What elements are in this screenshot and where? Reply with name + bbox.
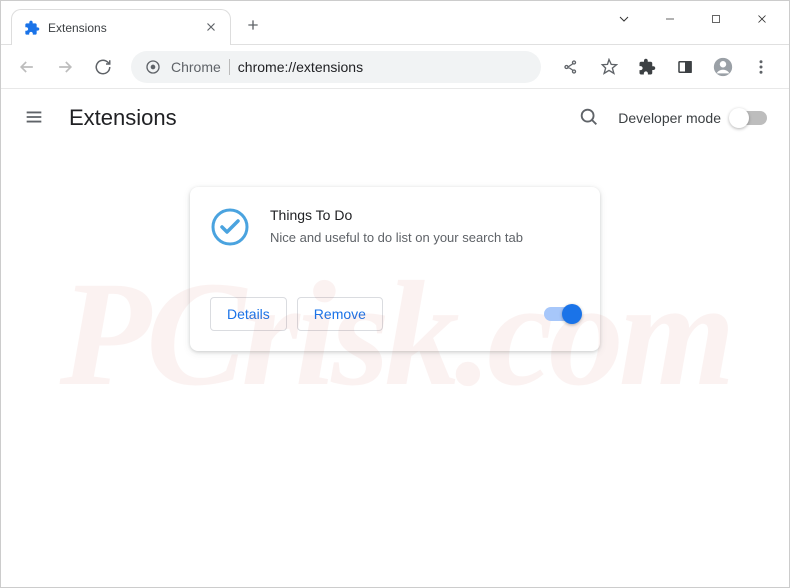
share-icon[interactable] — [555, 51, 587, 83]
url-origin: Chrome — [171, 59, 221, 75]
sidepanel-icon[interactable] — [669, 51, 701, 83]
browser-toolbar: Chrome chrome://extensions — [1, 45, 789, 89]
extension-icon — [24, 20, 40, 36]
url-separator — [229, 59, 230, 75]
tab-title: Extensions — [48, 21, 196, 35]
close-tab-icon[interactable] — [204, 20, 220, 36]
close-window-button[interactable] — [739, 1, 785, 37]
extensions-header: Extensions Developer mode — [1, 89, 789, 147]
extensions-list: Things To Do Nice and useful to do list … — [1, 147, 789, 351]
address-text: Chrome chrome://extensions — [171, 59, 363, 75]
checkmark-icon — [210, 207, 250, 247]
chevron-down-icon[interactable] — [601, 1, 647, 37]
extension-name: Things To Do — [270, 207, 580, 223]
reload-button[interactable] — [87, 51, 119, 83]
new-tab-button[interactable] — [239, 11, 267, 39]
maximize-button[interactable] — [693, 1, 739, 37]
chrome-icon — [145, 59, 161, 75]
profile-icon[interactable] — [707, 51, 739, 83]
address-bar[interactable]: Chrome chrome://extensions — [131, 51, 541, 83]
extension-enable-toggle[interactable] — [544, 307, 580, 321]
minimize-button[interactable] — [647, 1, 693, 37]
toolbar-actions — [553, 51, 779, 83]
search-icon[interactable] — [578, 106, 602, 130]
developer-mode-toggle[interactable] — [731, 111, 767, 125]
window-titlebar: Extensions — [1, 1, 789, 45]
back-button[interactable] — [11, 51, 43, 83]
page-title: Extensions — [69, 105, 578, 131]
browser-tab[interactable]: Extensions — [11, 9, 231, 45]
menu-icon[interactable] — [745, 51, 777, 83]
extension-description: Nice and useful to do list on your searc… — [270, 229, 580, 247]
details-button[interactable]: Details — [210, 297, 287, 331]
extensions-icon[interactable] — [631, 51, 663, 83]
remove-button[interactable]: Remove — [297, 297, 383, 331]
forward-button[interactable] — [49, 51, 81, 83]
extension-card: Things To Do Nice and useful to do list … — [190, 187, 600, 351]
developer-mode-label: Developer mode — [618, 110, 721, 126]
bookmark-icon[interactable] — [593, 51, 625, 83]
url-path: chrome://extensions — [238, 59, 363, 75]
hamburger-icon[interactable] — [23, 106, 47, 130]
window-controls — [601, 1, 789, 37]
